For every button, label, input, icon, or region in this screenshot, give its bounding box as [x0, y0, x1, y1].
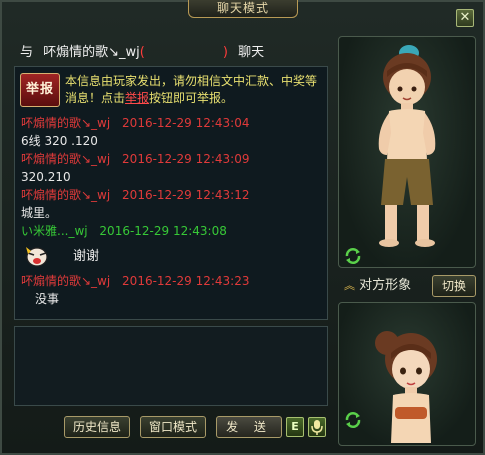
partner-avatar	[338, 36, 476, 268]
send-button[interactable]: 发 送	[216, 416, 282, 438]
message-time: 2016-12-29 12:43:12	[122, 188, 250, 202]
notice-text: 本信息由玩家发出，请勿相信文中汇款、中奖等消息！点击举报按钮即可举报。	[65, 73, 325, 107]
self-avatar	[338, 302, 476, 446]
partner-character	[378, 45, 436, 247]
history-button[interactable]: 历史信息	[64, 416, 130, 438]
message-header: 吥煽情的歌↘_wj 2016-12-29 12:43:09	[21, 151, 250, 167]
emote-button[interactable]: E	[286, 417, 304, 437]
message-time: 2016-12-29 12:43:08	[99, 224, 227, 238]
message-time: 2016-12-29 12:43:09	[122, 152, 250, 166]
emoji-icon	[26, 247, 48, 267]
window-title: 聊天模式	[188, 0, 298, 18]
message-sender[interactable]: 吥煽情的歌↘_wj	[21, 188, 110, 202]
voice-button[interactable]	[308, 417, 326, 437]
partner-appearance-label: ︽ 对方形象	[344, 276, 411, 296]
report-button[interactable]: 举报	[20, 73, 60, 107]
refresh-icon[interactable]	[344, 411, 362, 429]
message-header: 吥煽情的歌↘_wj 2016-12-29 12:43:12	[21, 187, 250, 203]
paren-close: )	[222, 45, 228, 60]
message-time: 2016-12-29 12:43:04	[122, 116, 250, 130]
window-mode-button[interactable]: 窗口模式	[140, 416, 206, 438]
chevron-up-icon: ︽	[344, 279, 355, 292]
message-text: 城里。	[21, 206, 58, 220]
message-sender[interactable]: 吥煽情的歌↘_wj	[21, 274, 110, 288]
paren-open: (	[139, 45, 145, 60]
message-time: 2016-12-29 12:43:23	[122, 274, 250, 288]
header-prefix: 与	[20, 45, 34, 60]
message-input[interactable]	[14, 326, 328, 406]
close-icon: ✕	[459, 10, 471, 25]
message-text: 320.210	[21, 170, 71, 184]
message-sender[interactable]: い米雅..._wj	[21, 224, 88, 238]
notice-text-after: 按钮即可举报。	[149, 91, 234, 105]
message-text: 没事	[35, 292, 60, 306]
message-header: 吥煽情的歌↘_wj 2016-12-29 12:43:04	[21, 115, 250, 131]
message-sender[interactable]: 吥煽情的歌↘_wj	[21, 152, 110, 166]
switch-button[interactable]: 切换	[432, 275, 476, 297]
chat-log[interactable]: 举报 本信息由玩家发出，请勿相信文中汇款、中奖等消息！点击举报按钮即可举报。 吥…	[14, 66, 328, 320]
message-text: 6线 320 .120	[21, 134, 98, 148]
chat-partner-name: 吥煽情的歌↘_wj	[43, 45, 140, 60]
message-sender[interactable]: 吥煽情的歌↘_wj	[21, 116, 110, 130]
appearance-label-text: 对方形象	[359, 278, 412, 293]
message-header: い米雅..._wj 2016-12-29 12:43:08	[21, 223, 227, 239]
microphone-icon	[311, 420, 323, 435]
refresh-icon[interactable]	[344, 247, 362, 265]
header-suffix: 聊天	[238, 45, 265, 60]
message-text: 谢谢	[73, 249, 100, 264]
report-link[interactable]: 举报	[125, 91, 149, 105]
message-header: 吥煽情的歌↘_wj 2016-12-29 12:43:23	[21, 273, 250, 289]
close-button[interactable]: ✕	[456, 9, 474, 27]
chat-header: 与 吥煽情的歌↘_wj() 聊天	[20, 44, 330, 62]
